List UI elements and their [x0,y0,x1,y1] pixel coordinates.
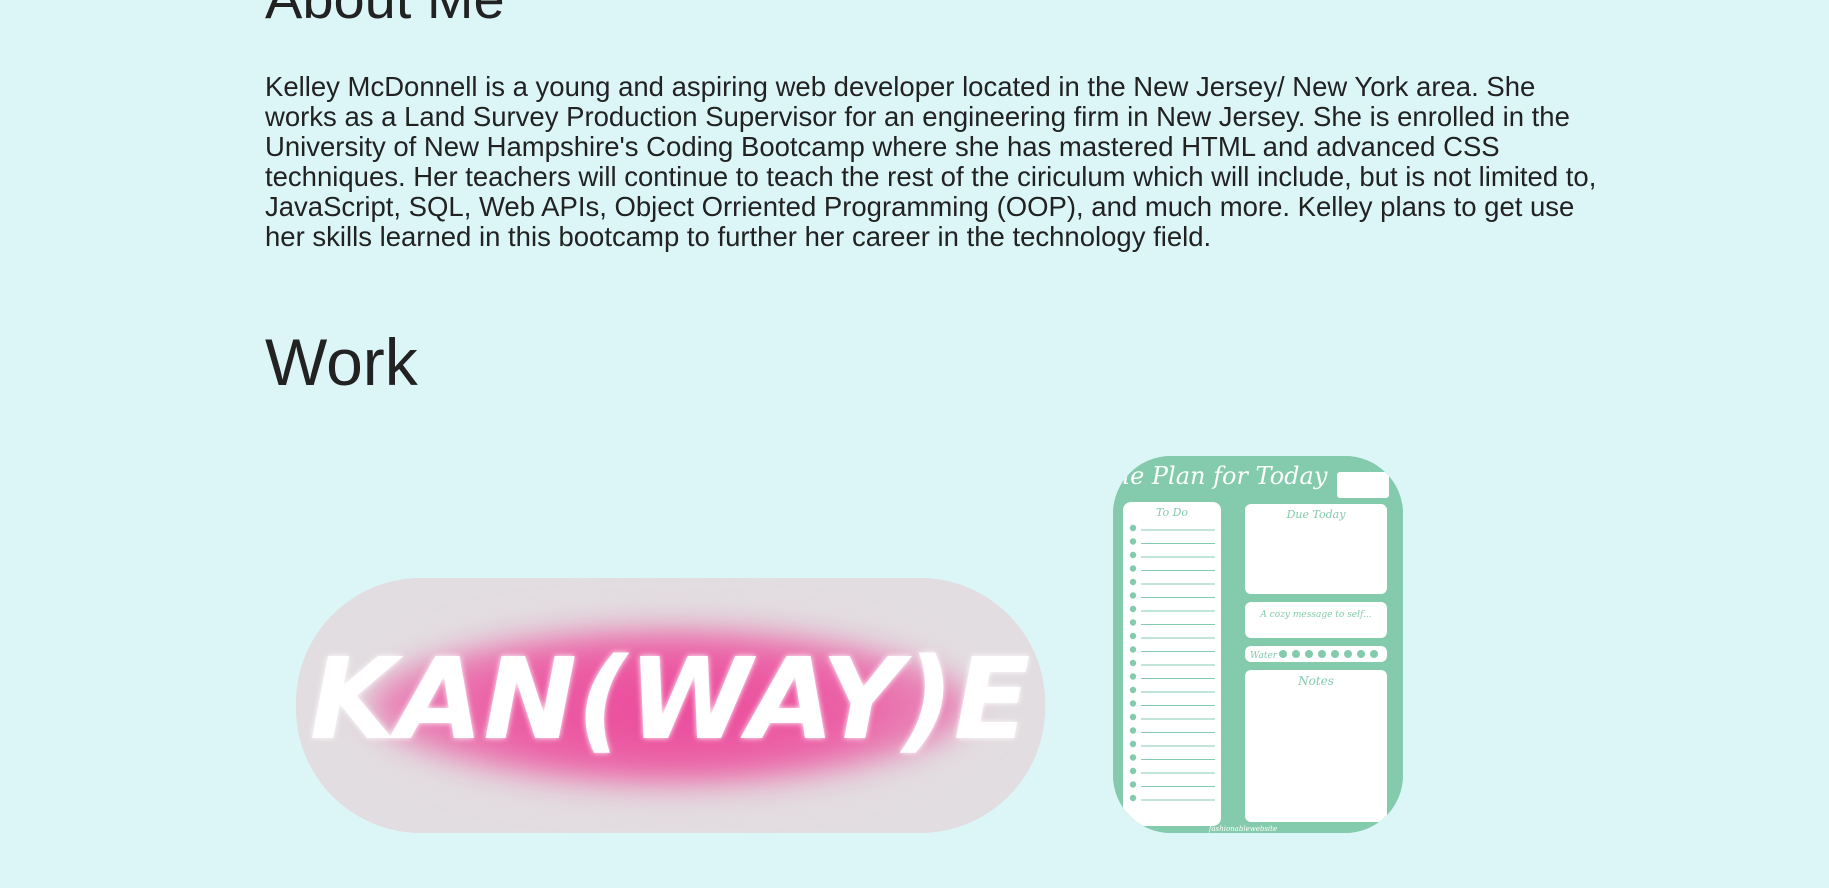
todo-bullet [1129,740,1137,748]
water-dot [1357,650,1365,658]
planner-due-label: Due Today [1286,508,1347,521]
planner-footer-text: fashionablewebsite [1208,825,1277,833]
water-dot [1344,650,1352,658]
todo-bullet [1129,578,1137,586]
todo-bullet [1129,538,1137,545]
portfolio-page: About Me Kelley McDonnell is a young and… [0,0,1829,888]
todo-bullet [1129,781,1137,788]
todo-bullet [1129,713,1137,721]
planner-notes-panel [1245,670,1387,822]
water-dot [1318,650,1326,658]
about-paragraph: Kelley McDonnell is a young and aspiring… [265,71,1597,252]
todo-bullet [1129,605,1137,613]
todo-bullet [1129,524,1137,532]
kanwaye-logo-text: KAN(WAY)E [310,635,1031,765]
todo-bullet [1129,727,1137,734]
planner-title: The Plan for Today [1113,462,1328,490]
water-dot [1305,650,1313,658]
planner-message-label: A cozy message to self... [1259,610,1371,620]
planner-message-panel [1245,602,1387,638]
todo-bullet [1129,551,1137,559]
planner-todo-panel [1123,502,1221,826]
water-dot [1331,650,1339,658]
project-kanwaye-card[interactable]: KAN(WAY)E [296,578,1045,833]
about-heading: About Me [265,0,505,36]
water-dot [1370,650,1378,658]
todo-bullet [1129,632,1137,640]
water-dot [1292,650,1300,658]
todo-bullet [1129,659,1137,667]
planner-notes-label: Notes [1297,674,1334,688]
todo-bullet [1129,794,1137,802]
todo-bullet [1129,686,1137,694]
planner-todo-label: To Do [1156,506,1188,519]
project-planner-card[interactable]: The Plan for Today To Do Due Today A coz… [1113,456,1403,833]
todo-bullet [1129,619,1137,626]
planner-image: The Plan for Today To Do Due Today A coz… [1113,456,1403,833]
todo-bullet [1129,700,1137,707]
todo-bullet [1129,673,1137,680]
todo-bullet [1129,565,1137,572]
todo-bullet [1129,767,1137,775]
todo-bullet [1129,592,1137,599]
work-heading: Work [265,325,418,399]
todo-bullet [1129,646,1137,653]
todo-bullet [1129,754,1137,761]
kanwaye-neon-image: KAN(WAY)E [296,578,1045,833]
water-dot [1279,650,1287,658]
planner-water-label: Water [1250,651,1278,661]
planner-date-box [1337,472,1389,498]
